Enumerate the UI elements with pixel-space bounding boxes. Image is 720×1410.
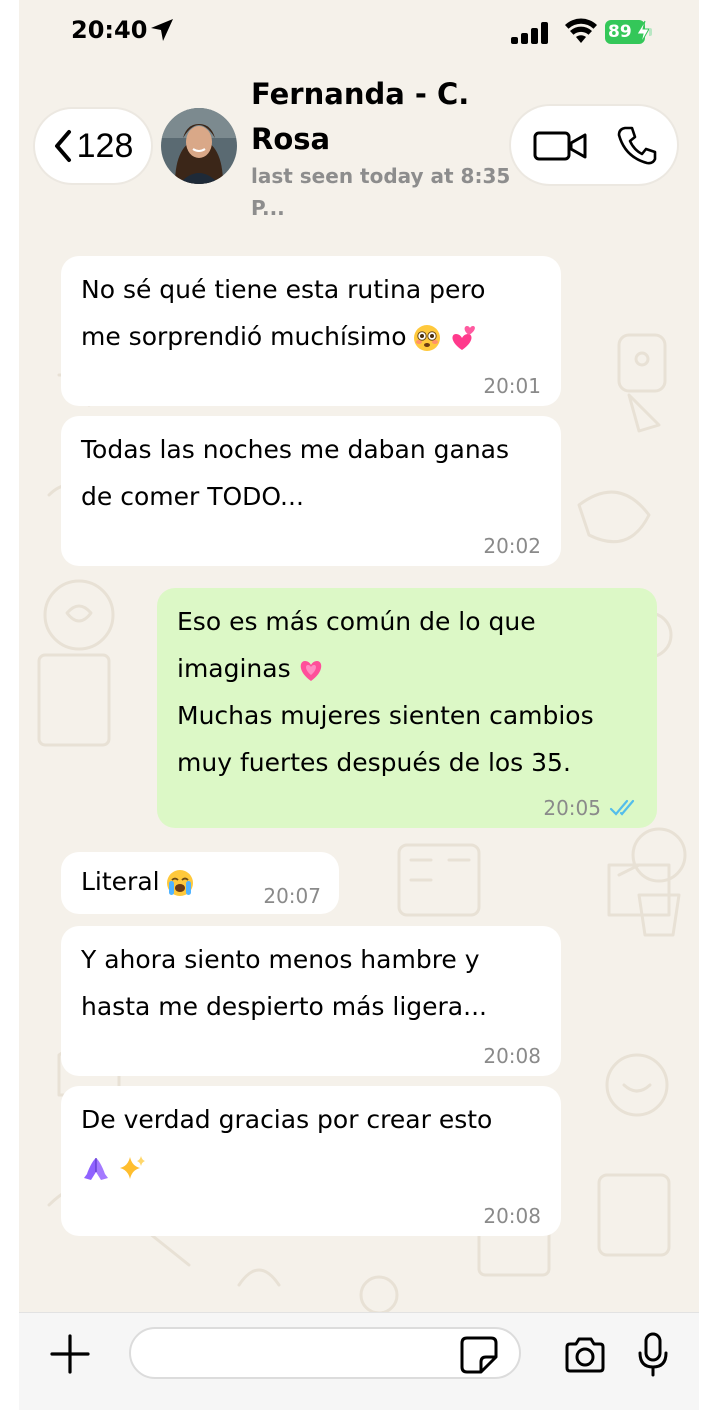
message-text-line: imaginas [177,654,291,683]
message-bubble-incoming[interactable]: No sé qué tiene esta rutina pero me sorp… [61,256,561,406]
message-text: Eso es más común de lo que imaginas Much… [177,598,637,786]
message-text-line: Eso es más común de lo que [177,607,536,636]
microphone-icon[interactable] [637,1331,669,1379]
chat-screen: 20:40 89 128 Fernanda - C. Rosa last see… [19,0,699,1410]
voice-call-icon[interactable] [615,124,659,168]
message-text-line: Muchas mujeres sienten cambios muy fuert… [177,701,594,777]
flushed-face-emoji [413,325,440,351]
message-time: 20:05 [543,796,601,820]
contact-avatar[interactable] [161,108,237,184]
message-composer-bar [19,1312,699,1410]
message-bubble-incoming[interactable]: Todas las noches me daban ganas de comer… [61,416,561,566]
wifi-icon [565,18,597,43]
message-bubble-outgoing[interactable]: Eso es más común de lo que imaginas Much… [157,588,657,828]
status-time: 20:40 [71,16,148,44]
battery-tip [649,28,652,36]
message-bubble-incoming[interactable]: Y ahora siento menos hambre y hasta me d… [61,926,561,1076]
camera-icon[interactable] [563,1335,607,1375]
message-time: 20:08 [483,1204,541,1228]
message-text: Todas las noches me daban ganas de comer… [81,435,510,511]
message-bubble-incoming[interactable]: De verdad gracias por crear esto 20:08 [61,1086,561,1236]
chat-header: 128 Fernanda - C. Rosa last seen today a… [19,62,699,235]
message-time: 20:08 [483,1044,541,1068]
message-text: No sé qué tiene esta rutina pero me sorp… [81,266,541,360]
two-hearts-emoji [451,326,475,350]
plus-attach-icon[interactable] [49,1333,91,1375]
message-text-content: De verdad gracias por crear esto [81,1105,493,1134]
video-call-icon[interactable] [533,130,589,162]
message-time: 20:07 [263,884,321,908]
call-buttons-group [511,106,677,184]
sparkles-emoji [120,1156,145,1179]
message-text: Y ahora siento menos hambre y hasta me d… [81,945,487,1021]
folded-hands-emoji [84,1158,108,1180]
message-text: De verdad gracias por crear esto [81,1096,541,1190]
unread-count: 128 [76,126,134,165]
message-bubble-incoming[interactable]: Literal 20:07 [61,852,339,914]
last-seen-status: last seen today at 8:35 P... [251,164,511,220]
cellular-signal-icon [511,22,548,44]
message-text-content: Literal [81,867,160,896]
read-receipt-double-check-icon [609,799,635,816]
location-arrow-icon [151,19,173,41]
message-time: 20:02 [483,534,541,558]
back-button[interactable]: 128 [35,109,151,183]
contact-name[interactable]: Fernanda - C. Rosa [251,72,511,162]
message-time: 20:01 [483,374,541,398]
chevron-left-icon [54,130,71,162]
loudly-crying-face-emoji [166,870,193,896]
sticker-icon[interactable] [459,1335,499,1375]
growing-heart-emoji [300,661,321,681]
status-bar: 20:40 89 [19,0,699,62]
